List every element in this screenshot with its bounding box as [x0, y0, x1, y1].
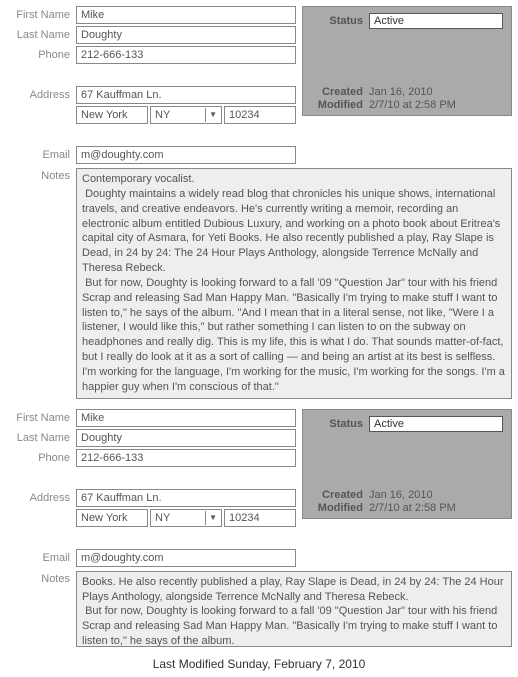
state-value: NY — [155, 511, 170, 525]
first-name-field[interactable]: Mike — [76, 6, 296, 24]
email-field[interactable]: m@doughty.com — [76, 146, 296, 164]
label-email: Email — [6, 552, 76, 564]
label-last-name: Last Name — [6, 432, 76, 444]
created-value: Jan 16, 2010 — [369, 86, 433, 98]
notes-field-scrollable[interactable]: Books. He also recently published a play… — [76, 571, 512, 647]
state-dropdown[interactable]: NY ▼ — [150, 106, 222, 124]
label-last-name: Last Name — [6, 29, 76, 41]
contact-card: First Name Mike Last Name Doughty Phone … — [6, 409, 512, 647]
created-value: Jan 16, 2010 — [369, 489, 433, 501]
phone-field[interactable]: 212-666-133 — [76, 449, 296, 467]
label-created: Created — [311, 86, 369, 98]
city-field[interactable]: New York — [76, 106, 148, 124]
modified-value: 2/7/10 at 2:58 PM — [369, 99, 456, 111]
label-status: Status — [311, 418, 369, 430]
footer-last-modified: Last Modified Sunday, February 7, 2010 — [6, 657, 512, 671]
address1-field[interactable]: 67 Kauffman Ln. — [76, 489, 296, 507]
label-notes: Notes — [6, 571, 76, 585]
form-fields: First Name Mike Last Name Doughty Phone … — [6, 6, 302, 166]
phone-field[interactable]: 212-666-133 — [76, 46, 296, 64]
label-modified: Modified — [311, 502, 369, 514]
notes-field[interactable]: Contemporary vocalist. Doughty maintains… — [76, 168, 512, 399]
zip-field[interactable]: 10234 — [224, 106, 296, 124]
address1-field[interactable]: 67 Kauffman Ln. — [76, 86, 296, 104]
state-dropdown[interactable]: NY ▼ — [150, 509, 222, 527]
label-first-name: First Name — [6, 9, 76, 21]
zip-field[interactable]: 10234 — [224, 509, 296, 527]
label-email: Email — [6, 149, 76, 161]
chevron-down-icon: ▼ — [205, 511, 217, 525]
label-first-name: First Name — [6, 412, 76, 424]
last-name-field[interactable]: Doughty — [76, 26, 296, 44]
modified-value: 2/7/10 at 2:58 PM — [369, 502, 456, 514]
label-status: Status — [311, 15, 369, 27]
label-modified: Modified — [311, 99, 369, 111]
label-address: Address — [6, 492, 76, 504]
status-field[interactable]: Active — [369, 416, 503, 432]
chevron-down-icon: ▼ — [205, 108, 217, 122]
contact-card: First Name Mike Last Name Doughty Phone … — [6, 6, 512, 399]
city-field[interactable]: New York — [76, 509, 148, 527]
state-value: NY — [155, 108, 170, 122]
label-phone: Phone — [6, 49, 76, 61]
email-field[interactable]: m@doughty.com — [76, 549, 296, 567]
label-notes: Notes — [6, 168, 76, 182]
label-address: Address — [6, 89, 76, 101]
last-name-field[interactable]: Doughty — [76, 429, 296, 447]
meta-panel: Status Active Created Jan 16, 2010 Modif… — [302, 6, 512, 116]
status-field[interactable]: Active — [369, 13, 503, 29]
first-name-field[interactable]: Mike — [76, 409, 296, 427]
label-phone: Phone — [6, 452, 76, 464]
form-fields: First Name Mike Last Name Doughty Phone … — [6, 409, 302, 569]
meta-panel: Status Active Created Jan 16, 2010 Modif… — [302, 409, 512, 519]
label-created: Created — [311, 489, 369, 501]
